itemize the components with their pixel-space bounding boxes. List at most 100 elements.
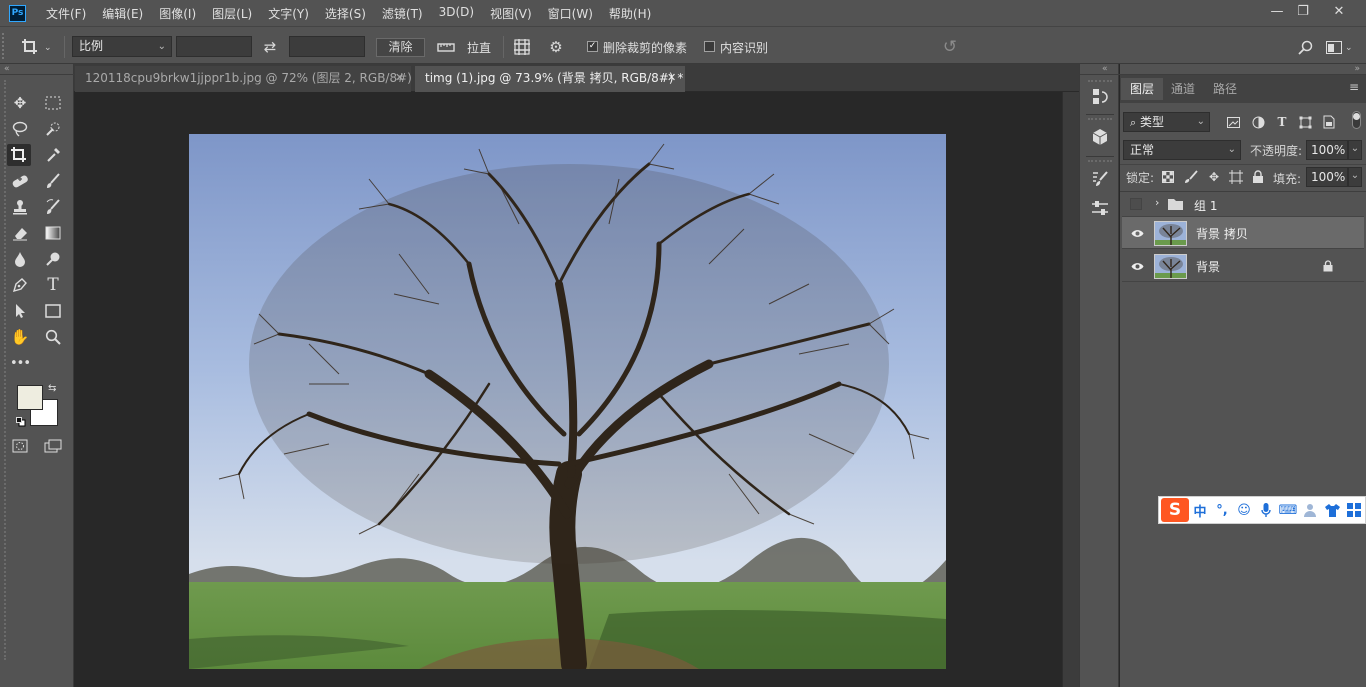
adjustments-icon[interactable]: [1089, 197, 1111, 219]
fill-chevron-icon[interactable]: ⌄: [1348, 167, 1362, 187]
menu-item-9[interactable]: 窗口(W): [540, 5, 601, 22]
tab-document-2[interactable]: timg (1).jpg @ 73.9% (背景 拷贝, RGB/8#) * ✕: [415, 66, 685, 92]
screen-mode-icon[interactable]: [41, 435, 65, 457]
type-tool-icon[interactable]: T: [41, 274, 65, 296]
tab-document-1[interactable]: 120118cpu9brkw1jjppr1b.jpg @ 72% (图层 2, …: [75, 66, 422, 92]
gear-icon[interactable]: ⚙: [546, 37, 566, 57]
straighten-icon[interactable]: [436, 37, 456, 57]
workspace-chevron-icon[interactable]: ⌄: [1345, 43, 1353, 53]
layer-row-background-copy[interactable]: 背景 拷贝: [1122, 217, 1364, 249]
lock-transparent-icon[interactable]: [1160, 169, 1176, 185]
vertical-scrollbar[interactable]: [1062, 92, 1079, 687]
brush-presets-icon[interactable]: [1089, 168, 1111, 190]
chevron-right-icon[interactable]: ›: [1155, 196, 1159, 209]
more-tools-icon[interactable]: •••: [8, 352, 32, 374]
content-aware-checkbox[interactable]: [704, 41, 715, 52]
punctuation-icon[interactable]: °,: [1211, 500, 1233, 520]
microphone-icon[interactable]: [1255, 500, 1277, 520]
swap-icon[interactable]: ⇄: [260, 37, 280, 57]
clone-stamp-tool-icon[interactable]: [8, 196, 32, 218]
tab-paths[interactable]: 路径: [1205, 78, 1245, 100]
delete-cropped-checkbox[interactable]: ✓: [587, 41, 598, 52]
fill-input[interactable]: 100%: [1306, 167, 1348, 187]
layer-row-group[interactable]: › 组 1: [1122, 192, 1364, 217]
content-aware-label[interactable]: 内容识别: [720, 39, 768, 56]
hand-tool-icon[interactable]: ✋: [8, 326, 32, 348]
quick-selection-tool-icon[interactable]: [41, 118, 65, 140]
gradient-tool-icon[interactable]: [41, 222, 65, 244]
filter-adjustment-icon[interactable]: [1250, 114, 1266, 130]
menu-item-10[interactable]: 帮助(H): [601, 5, 659, 22]
lock-artboard-icon[interactable]: [1228, 169, 1244, 185]
lock-pixels-icon[interactable]: [1183, 169, 1199, 185]
move-tool-icon[interactable]: ✥: [8, 92, 32, 114]
crop-preset-icon[interactable]: [17, 37, 43, 57]
menu-item-5[interactable]: 选择(S): [317, 5, 374, 22]
filter-type-icon[interactable]: T: [1274, 114, 1290, 130]
marquee-tool-icon[interactable]: [41, 92, 65, 114]
document-image[interactable]: [189, 134, 946, 669]
straighten-label[interactable]: 拉直: [467, 39, 491, 56]
foreground-color-swatch[interactable]: [17, 385, 43, 410]
delete-cropped-label[interactable]: 删除裁剪的像素: [603, 39, 687, 56]
menu-item-2[interactable]: 图像(I): [151, 5, 204, 22]
ime-mode[interactable]: 中: [1189, 500, 1211, 520]
visibility-toggle-empty[interactable]: [1130, 198, 1142, 210]
canvas-area[interactable]: [74, 92, 1062, 687]
default-colors-icon[interactable]: [16, 416, 26, 427]
filter-toggle[interactable]: [1352, 111, 1361, 129]
lock-position-icon[interactable]: ✥: [1206, 169, 1222, 185]
menu-item-1[interactable]: 编辑(E): [94, 5, 151, 22]
panel-menu-icon[interactable]: ≡: [1349, 80, 1359, 94]
eye-icon[interactable]: [1130, 226, 1144, 240]
layer-row-background[interactable]: 背景: [1122, 250, 1364, 282]
user-icon[interactable]: [1299, 500, 1321, 520]
brush-tool-icon[interactable]: [41, 170, 65, 192]
close-icon[interactable]: ✕: [667, 66, 676, 90]
crop-tool-icon[interactable]: [7, 144, 31, 166]
workspace-icon[interactable]: [1324, 37, 1344, 57]
clear-button[interactable]: 清除: [376, 38, 425, 57]
menu-item-0[interactable]: 文件(F): [38, 5, 94, 22]
blend-mode-select[interactable]: 正常 ⌄: [1123, 140, 1241, 160]
emoji-icon[interactable]: ☺: [1233, 500, 1255, 520]
collapse-panel-icon[interactable]: »: [1354, 64, 1360, 74]
layer-filter-select[interactable]: ⌕ 类型 ⌄: [1123, 112, 1210, 132]
eye-icon[interactable]: [1130, 259, 1144, 273]
eraser-tool-icon[interactable]: [8, 222, 32, 244]
restore-button[interactable]: ❐: [1288, 0, 1318, 22]
menu-item-8[interactable]: 视图(V): [482, 5, 540, 22]
lasso-tool-icon[interactable]: [8, 118, 32, 140]
quick-mask-icon[interactable]: [8, 435, 32, 457]
eyedropper-tool-icon[interactable]: [41, 144, 65, 166]
layer-name[interactable]: 背景 拷贝: [1196, 225, 1248, 242]
reset-icon[interactable]: ↺: [940, 37, 960, 57]
swap-colors-icon[interactable]: ⇆: [48, 383, 56, 394]
crop-preset-chevron-icon[interactable]: ⌄: [44, 43, 52, 53]
menu-item-3[interactable]: 图层(L): [204, 5, 260, 22]
search-icon[interactable]: [1295, 37, 1315, 57]
menu-item-6[interactable]: 滤镜(T): [374, 5, 431, 22]
keyboard-icon[interactable]: ⌨: [1277, 500, 1299, 520]
history-brush-tool-icon[interactable]: [41, 196, 65, 218]
tab-channels[interactable]: 通道: [1163, 78, 1203, 100]
healing-brush-tool-icon[interactable]: [8, 170, 32, 192]
skin-shirt-icon[interactable]: [1321, 500, 1343, 520]
filter-shape-icon[interactable]: [1297, 114, 1313, 130]
dodge-tool-icon[interactable]: [41, 248, 65, 270]
ratio-select[interactable]: 比例 ⌄: [72, 36, 172, 57]
close-button[interactable]: ✕: [1324, 0, 1354, 22]
tab-layers[interactable]: 图层: [1121, 78, 1163, 100]
overlay-grid-icon[interactable]: [512, 37, 532, 57]
sogou-logo-icon[interactable]: S: [1161, 498, 1189, 522]
ratio-height-input[interactable]: [289, 36, 365, 57]
collapse-dock-icon[interactable]: «: [1102, 64, 1108, 74]
collapse-left-icon[interactable]: «: [4, 64, 10, 74]
layer-name[interactable]: 背景: [1196, 258, 1220, 275]
3d-panel-icon[interactable]: [1089, 126, 1111, 148]
opacity-chevron-icon[interactable]: ⌄: [1348, 140, 1362, 160]
zoom-tool-icon[interactable]: [41, 326, 65, 348]
filter-pixel-icon[interactable]: [1225, 114, 1241, 130]
path-selection-tool-icon[interactable]: [8, 300, 32, 322]
pen-tool-icon[interactable]: [8, 274, 32, 296]
